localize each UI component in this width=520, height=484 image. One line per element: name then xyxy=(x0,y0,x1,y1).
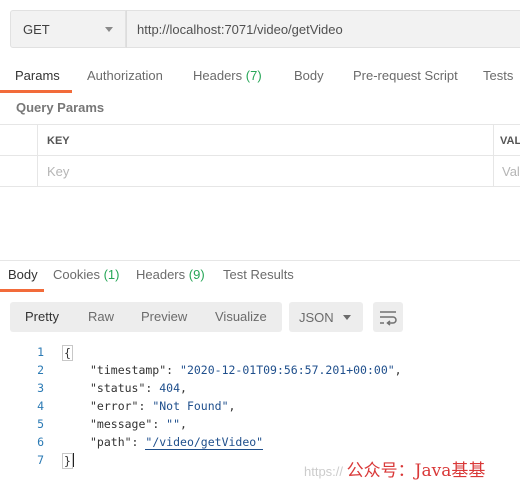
table-border xyxy=(0,124,520,125)
view-raw-button[interactable]: Raw xyxy=(88,302,114,332)
tab-pre-request-script[interactable]: Pre-request Script xyxy=(353,60,458,92)
json-value: "" xyxy=(166,417,181,431)
line-number: 7 xyxy=(37,453,44,467)
json-key: "path" xyxy=(90,435,132,449)
tab-tests[interactable]: Tests xyxy=(483,60,513,92)
line-number: 1 xyxy=(37,345,44,359)
response-tab-headers-label: Headers xyxy=(136,267,186,282)
json-key: "timestamp" xyxy=(90,363,167,377)
format-select[interactable]: JSON xyxy=(289,302,363,332)
json-key: "message" xyxy=(90,417,153,431)
watermark-url: https:// xyxy=(304,464,344,479)
line-number: 2 xyxy=(37,363,44,377)
json-trail: , xyxy=(180,417,187,431)
code-line: "message": "", xyxy=(90,417,187,431)
tab-headers-count: (7) xyxy=(245,68,262,83)
tab-body-label: Body xyxy=(294,68,324,83)
table-column-divider xyxy=(493,124,494,186)
json-key: "error" xyxy=(90,399,139,413)
tab-authorization-label: Authorization xyxy=(87,68,163,83)
code-line: { xyxy=(62,345,73,361)
value-column-header: VAL xyxy=(500,135,520,147)
response-tab-cookies-count: (1) xyxy=(103,267,120,282)
line-number: 3 xyxy=(37,381,44,395)
code-line: "status": 404, xyxy=(90,381,187,395)
view-preview-button[interactable]: Preview xyxy=(141,302,187,332)
table-border xyxy=(0,155,520,156)
chevron-down-icon xyxy=(105,26,113,32)
code-line: "path": "/video/getVideo" xyxy=(90,435,264,450)
tab-pre-request-script-label: Pre-request Script xyxy=(353,68,458,83)
tab-params[interactable]: Params xyxy=(15,60,60,92)
code-line: "error": "Not Found", xyxy=(90,399,236,413)
close-brace: } xyxy=(62,453,73,469)
response-body-code[interactable]: 1 2 3 4 5 6 7 { "timestamp": "2020-12-01… xyxy=(0,342,520,472)
line-number: 6 xyxy=(37,435,44,449)
tab-body[interactable]: Body xyxy=(294,60,324,92)
response-tab-cookies[interactable]: Cookies (1) xyxy=(53,267,119,282)
text-cursor xyxy=(72,453,74,467)
json-trail: , xyxy=(228,399,236,413)
watermark-text: 公众号：Java基基 xyxy=(346,461,486,481)
tab-headers-label: Headers xyxy=(193,68,243,83)
format-label: JSON xyxy=(299,309,334,325)
method-select[interactable]: GET xyxy=(10,10,126,48)
watermark: https:// 公众号：Java基基 xyxy=(304,456,485,481)
key-input[interactable]: Key xyxy=(47,164,69,179)
tab-authorization[interactable]: Authorization xyxy=(87,60,163,92)
code-line: "timestamp": "2020-12-01T09:56:57.201+00… xyxy=(90,363,402,377)
json-trail: , xyxy=(394,363,402,377)
view-mode-bar: Pretty Raw Preview Visualize xyxy=(10,302,282,332)
url-input[interactable]: http://localhost:7071/video/getVideo xyxy=(126,10,520,48)
response-tab-cookies-label: Cookies xyxy=(53,267,100,282)
response-tabs: Body Cookies (1) Headers (9) Test Result… xyxy=(0,260,520,292)
json-key: "status" xyxy=(90,381,146,395)
json-value: "Not Found" xyxy=(152,399,229,413)
tab-tests-label: Tests xyxy=(483,68,514,83)
view-pretty-button[interactable]: Pretty xyxy=(25,302,59,332)
response-tab-test-results-label: Test Results xyxy=(223,267,294,282)
chevron-down-icon xyxy=(343,314,351,320)
response-tab-headers[interactable]: Headers (9) xyxy=(136,267,205,282)
method-label: GET xyxy=(23,21,50,37)
line-number: 4 xyxy=(37,399,44,413)
json-trail: , xyxy=(180,381,187,395)
json-value: "2020-12-01T09:56:57.201+00:00" xyxy=(180,363,395,377)
code-line: } xyxy=(62,453,74,469)
tab-params-label: Params xyxy=(15,68,60,83)
response-tab-headers-count: (9) xyxy=(188,267,205,282)
view-visualize-button[interactable]: Visualize xyxy=(215,302,267,332)
response-tab-test-results[interactable]: Test Results xyxy=(223,267,294,282)
json-value-link[interactable]: "/video/getVideo" xyxy=(145,435,264,450)
request-bar: GET http://localhost:7071/video/getVideo xyxy=(10,10,520,48)
key-column-header: KEY xyxy=(47,135,70,147)
url-text: http://localhost:7071/video/getVideo xyxy=(137,21,343,37)
response-tab-body-label: Body xyxy=(8,267,38,282)
tab-headers[interactable]: Headers (7) xyxy=(193,60,262,92)
line-number: 5 xyxy=(37,417,44,431)
json-value: 404 xyxy=(159,381,181,395)
request-tabs: Params Authorization Headers (7) Body Pr… xyxy=(0,60,520,93)
value-input[interactable]: Val xyxy=(502,164,520,179)
active-response-tab-indicator xyxy=(0,289,44,292)
wrap-lines-button[interactable] xyxy=(373,302,403,332)
active-tab-indicator xyxy=(0,90,72,93)
query-params-title: Query Params xyxy=(16,100,105,115)
wrap-lines-icon xyxy=(380,311,397,326)
response-tab-body[interactable]: Body xyxy=(8,267,38,282)
open-brace: { xyxy=(62,345,73,361)
table-column-divider xyxy=(37,124,38,186)
table-border xyxy=(0,186,520,187)
